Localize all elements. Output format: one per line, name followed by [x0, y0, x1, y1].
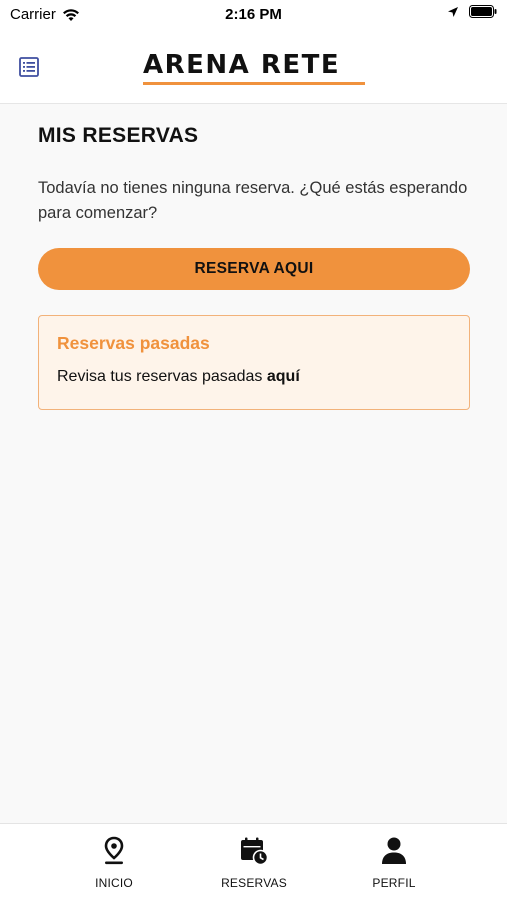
- logo-underline: [143, 82, 365, 85]
- tab-reservas[interactable]: RESERVAS: [199, 836, 309, 890]
- calendar-clock-icon: [241, 837, 269, 866]
- clock: 2:16 PM: [225, 6, 282, 23]
- arena-rete-logo: ARENA RETE: [143, 52, 365, 86]
- past-reservations-title: Reservas pasadas: [57, 333, 210, 353]
- tab-inicio[interactable]: INICIO: [59, 836, 169, 890]
- app-header: ARENA RETE: [0, 30, 507, 104]
- past-reservations-card: Reservas pasadas Revisa tus reservas pas…: [38, 315, 470, 410]
- past-reservations-description: Revisa tus reservas pasadas: [57, 368, 267, 385]
- bottom-tab-bar: INICIO RESERVAS PERFIL: [0, 823, 507, 900]
- location-pin-icon: [104, 836, 124, 865]
- past-reservations-text: Revisa tus reservas pasadas aquí: [57, 368, 451, 386]
- logo-text: ARENA RETE: [143, 50, 341, 80]
- menu-button[interactable]: [18, 56, 42, 80]
- past-reservations-link[interactable]: aquí: [267, 368, 300, 385]
- tab-perfil-label: PERFIL: [372, 876, 416, 890]
- location-arrow-icon: [448, 6, 458, 17]
- tab-perfil[interactable]: PERFIL: [339, 836, 449, 890]
- page-title: MIS RESERVAS: [38, 124, 199, 147]
- list-menu-icon: [19, 57, 39, 77]
- tab-inicio-label: INICIO: [95, 876, 133, 890]
- user-icon: [382, 837, 406, 864]
- main-content: MIS RESERVAS Todavía no tienes ninguna r…: [38, 104, 470, 410]
- status-icons: [447, 5, 497, 18]
- tab-reservas-label: RESERVAS: [221, 876, 287, 890]
- status-bar: Carrier 2:16 PM: [0, 0, 507, 30]
- empty-state-message: Todavía no tienes ninguna reserva. ¿Qué …: [38, 179, 468, 222]
- book-now-button[interactable]: RESERVA AQUI: [38, 248, 470, 290]
- battery-icon: [469, 5, 497, 18]
